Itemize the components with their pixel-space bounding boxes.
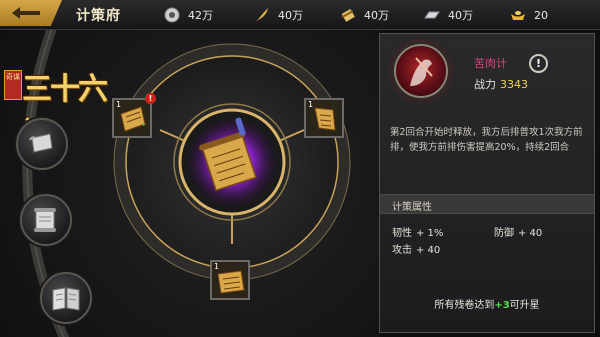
attribute-name: 韧性	[392, 228, 412, 239]
attribute-defense: 防御 + 40	[494, 224, 542, 239]
game-logo: 奇谋 三十六计	[2, 60, 120, 151]
attributes-header: 计策属性	[380, 194, 594, 214]
book-icon	[52, 287, 80, 311]
attribute-name: 防御	[494, 228, 514, 239]
currency-silver: 42万	[164, 6, 213, 24]
skill-detail-panel: 苦肉计 ! 战力 3343 第2回合开始时释放，我方后排普攻1次我方前排，使我方前…	[379, 33, 595, 333]
scroll-fragment-icon	[120, 106, 146, 132]
skill-avatar	[394, 44, 448, 98]
fragment-slot-bottom[interactable]: 1	[210, 260, 250, 300]
attribute-value: + 40	[518, 228, 543, 239]
skill-portrait-icon	[410, 57, 433, 86]
side-button-open-scroll[interactable]	[20, 194, 72, 246]
attribute-attack: 攻击 + 40	[392, 241, 440, 256]
top-bar: 计策府 42万 40万 40万 40万 20	[0, 0, 600, 30]
attribute-value: + 1%	[416, 228, 444, 239]
side-button-book[interactable]	[40, 272, 92, 324]
open-scroll-icon	[34, 208, 56, 232]
gold-ingot-icon	[510, 7, 526, 23]
iron-ingot-icon	[424, 7, 440, 23]
scroll-fragment-icon	[217, 270, 245, 294]
upgrade-hint-prefix: 所有残卷达到	[434, 300, 495, 311]
currency-scroll: 40万	[340, 6, 389, 24]
back-arrow-icon	[12, 7, 40, 19]
currency-value: 40万	[364, 9, 389, 22]
fragment-slot-right[interactable]: 1	[304, 98, 344, 138]
page-title: 计策府	[76, 8, 121, 24]
alert-badge: !	[145, 93, 156, 104]
upgrade-hint: 所有残卷达到+3可升星	[380, 296, 594, 311]
currency-value: 40万	[278, 9, 303, 22]
power-row: 战力 3343	[474, 76, 528, 92]
attribute-value: + 40	[416, 245, 441, 256]
info-button[interactable]: !	[529, 54, 548, 73]
scroll-fragment-icon	[314, 107, 336, 131]
upgrade-hint-level: +3	[494, 300, 510, 311]
currency-value: 40万	[448, 9, 473, 22]
logo-seal: 奇谋	[4, 70, 22, 100]
currency-gold: 20	[510, 6, 548, 24]
scroll-icon	[340, 7, 356, 23]
back-button[interactable]	[0, 0, 62, 26]
scroll-icon	[29, 133, 53, 153]
currency-value: 20	[534, 8, 548, 22]
feather-icon	[254, 7, 270, 23]
upgrade-hint-suffix: 可升星	[509, 300, 540, 311]
currency-iron: 40万	[424, 6, 473, 24]
attributes-header-label: 计策属性	[392, 202, 432, 213]
fragment-slot-left[interactable]: 1 !	[112, 93, 156, 138]
attribute-toughness: 韧性 + 1%	[392, 224, 443, 239]
silver-coin-icon	[164, 7, 180, 23]
strategy-wheel-area: 奇谋 三十六计 1	[0, 30, 380, 337]
power-value: 3343	[500, 78, 528, 91]
currency-value: 42万	[188, 9, 213, 22]
side-button-scroll[interactable]	[16, 118, 68, 170]
skill-description: 第2回合开始时释放，我方后排普攻1次我方前排，使我方前排伤害提高20%，持续2回…	[390, 127, 583, 153]
skill-name: 苦肉计	[474, 57, 507, 70]
power-label: 战力	[474, 78, 496, 91]
currency-feather: 40万	[254, 6, 303, 24]
attribute-name: 攻击	[392, 245, 412, 256]
